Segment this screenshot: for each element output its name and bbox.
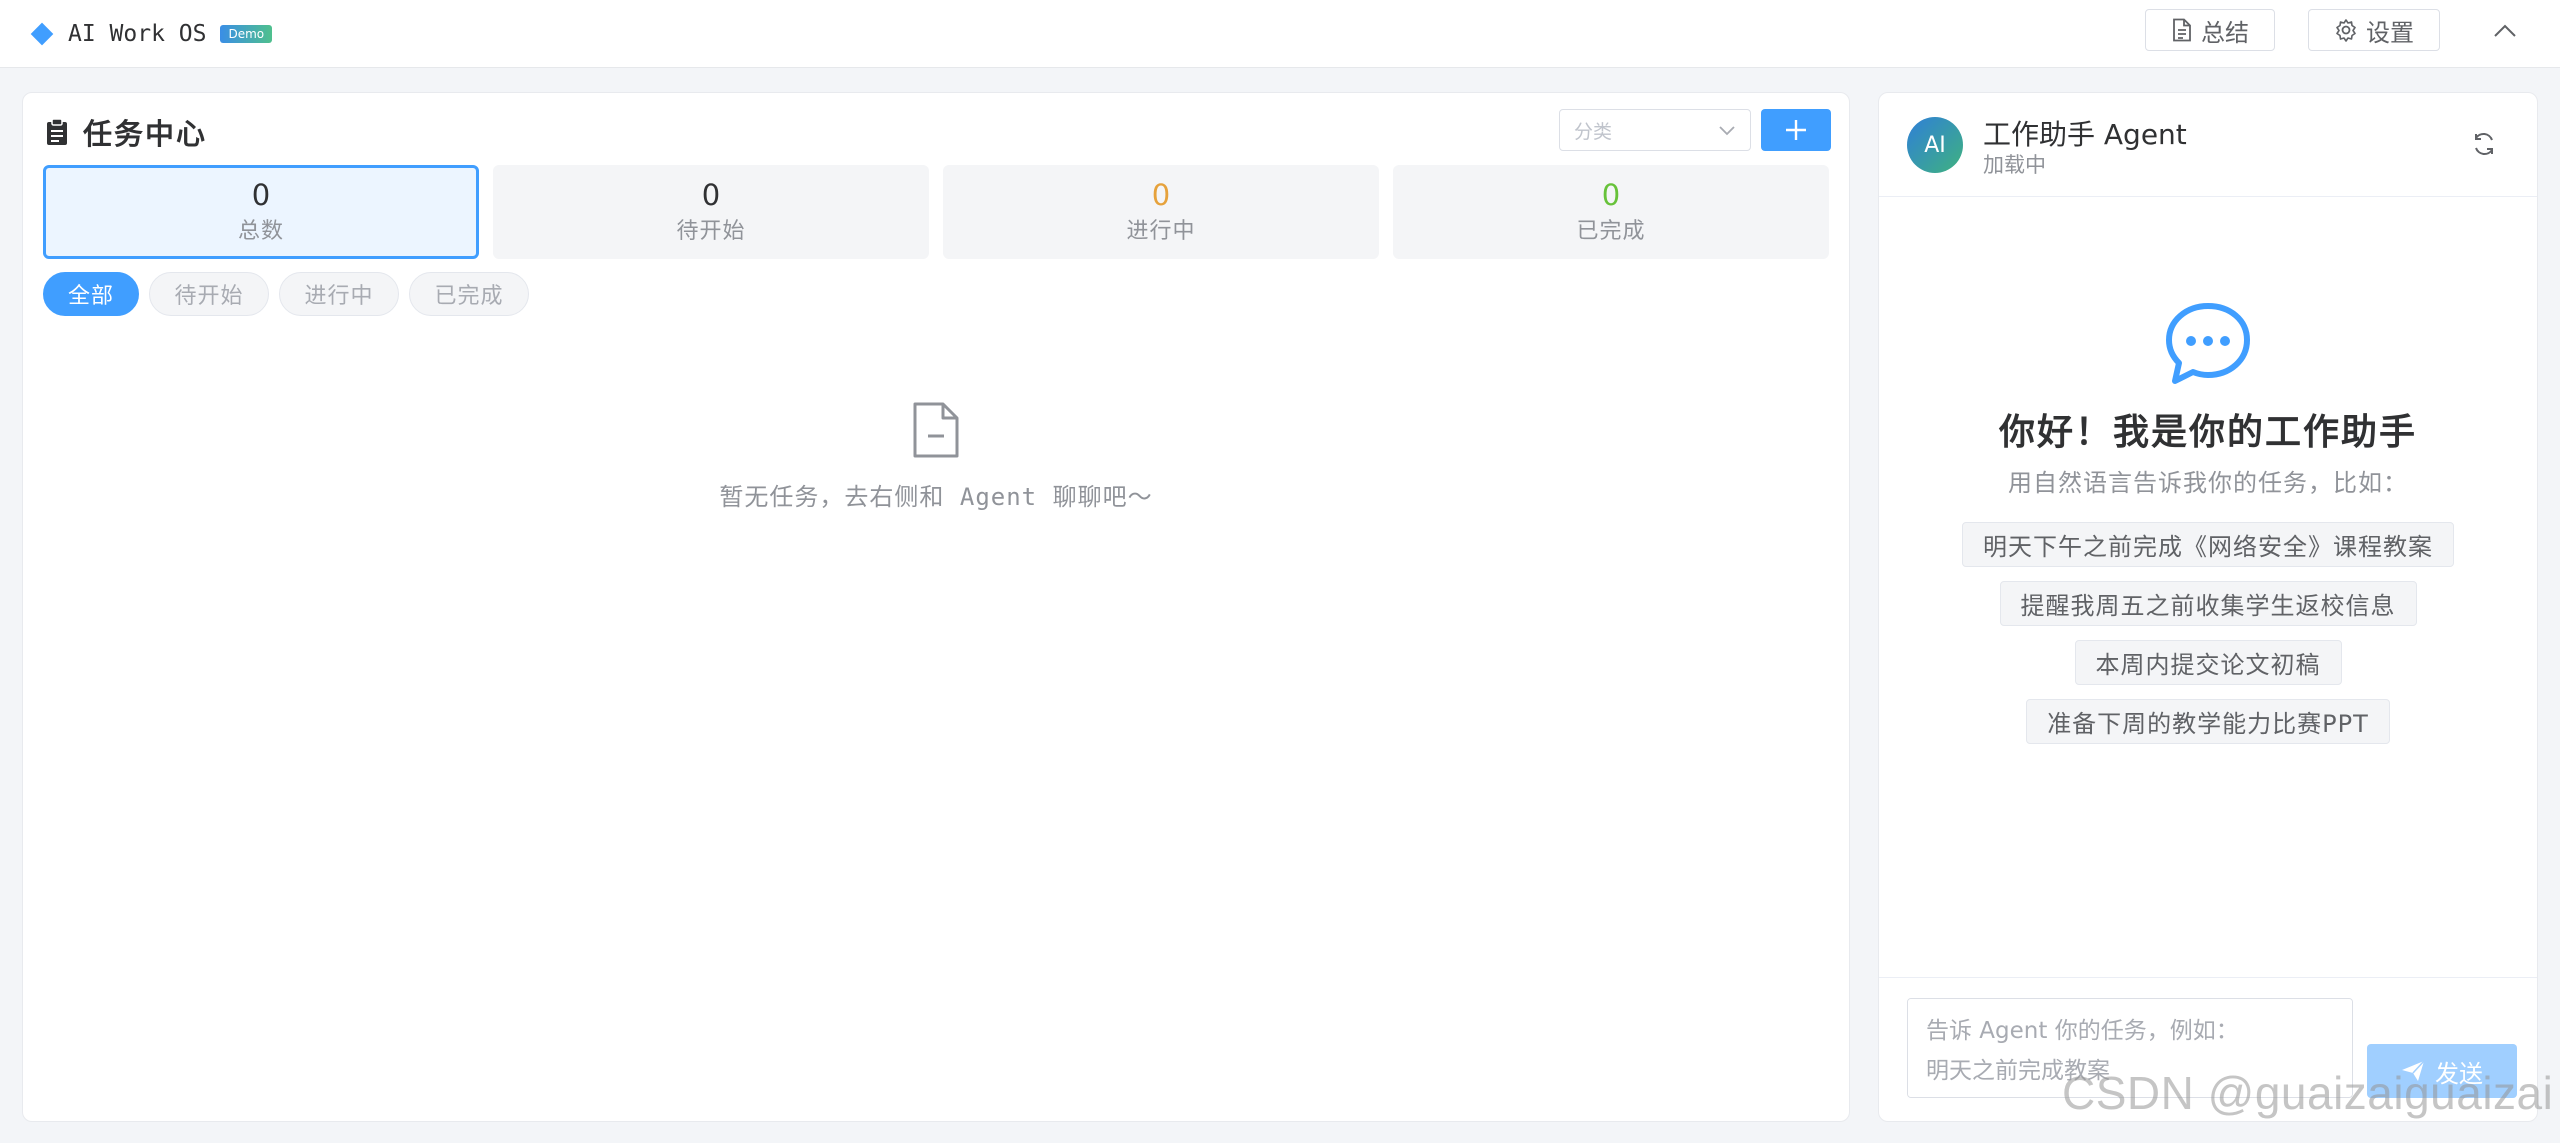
document-icon bbox=[2173, 18, 2191, 42]
stat-total-value: 0 bbox=[251, 178, 271, 212]
stat-done-label: 已完成 bbox=[1576, 219, 1646, 244]
send-label: 发送 bbox=[2435, 1059, 2483, 1088]
stat-done-value: 0 bbox=[1601, 178, 1621, 212]
task-center-header: 任务中心 bbox=[45, 111, 207, 153]
chevron-up-icon bbox=[2494, 24, 2516, 37]
demo-badge: Demo bbox=[220, 25, 273, 43]
plus-icon bbox=[1786, 120, 1806, 140]
app-title: AI Work OS bbox=[68, 21, 207, 47]
empty-state: 暂无任务，去右侧和 Agent 聊聊吧～ bbox=[23, 401, 1849, 512]
filter-pending[interactable]: 待开始 bbox=[149, 272, 269, 316]
agent-panel: AI 工作助手 Agent 加载中 你好！我是你的工作助手 用自然语言告诉我你的… bbox=[1878, 92, 2538, 1122]
diamond-icon bbox=[30, 22, 54, 46]
refresh-icon bbox=[2475, 133, 2493, 155]
category-placeholder: 分类 bbox=[1574, 120, 1613, 143]
stat-pending-label: 待开始 bbox=[676, 219, 746, 244]
stat-in-progress-value: 0 bbox=[1151, 178, 1171, 212]
stat-done-card[interactable]: 0 已完成 bbox=[1393, 165, 1829, 259]
filter-in-progress[interactable]: 进行中 bbox=[279, 272, 399, 316]
suggestion-chip[interactable]: 明天下午之前完成《网络安全》课程教案 bbox=[1962, 522, 2454, 567]
brand: AI Work OS Demo bbox=[30, 17, 273, 51]
welcome-title: 你好！我是你的工作助手 bbox=[1998, 412, 2417, 453]
clipboard-icon bbox=[47, 118, 67, 145]
stat-total-card[interactable]: 0 总数 bbox=[43, 165, 479, 259]
stat-in-progress-label: 进行中 bbox=[1126, 219, 1196, 244]
task-center-title: 任务中心 bbox=[83, 117, 208, 151]
paper-plane-icon bbox=[2402, 1060, 2425, 1081]
add-task-button[interactable] bbox=[1761, 109, 1831, 151]
filter-done[interactable]: 已完成 bbox=[409, 272, 529, 316]
gear-icon bbox=[2336, 19, 2356, 42]
agent-message-input[interactable] bbox=[1907, 998, 2353, 1098]
settings-button[interactable]: 设置 bbox=[2308, 9, 2440, 51]
category-select[interactable]: 分类 bbox=[1559, 109, 1751, 151]
welcome-section: 你好！我是你的工作助手 用自然语言告诉我你的任务，比如： 明天下午之前完成《网络… bbox=[1879, 301, 2537, 744]
collapse-button[interactable] bbox=[2488, 14, 2522, 48]
settings-label: 设置 bbox=[2366, 18, 2414, 47]
refresh-button[interactable] bbox=[2469, 129, 2499, 159]
agent-input-area: 发送 bbox=[1879, 977, 2537, 1121]
suggestion-chip[interactable]: 本周内提交论文初稿 bbox=[2074, 640, 2342, 685]
agent-name: 工作助手 Agent bbox=[1983, 118, 2187, 151]
send-button[interactable]: 发送 bbox=[2367, 1044, 2517, 1098]
agent-status: 加载中 bbox=[1983, 153, 2046, 177]
top-bar: AI Work OS Demo 总结 设置 bbox=[0, 0, 2560, 68]
empty-state-text: 暂无任务，去右侧和 Agent 聊聊吧～ bbox=[719, 483, 1153, 511]
document-minus-icon bbox=[913, 402, 959, 458]
summary-label: 总结 bbox=[2201, 18, 2249, 47]
welcome-subtitle: 用自然语言告诉我你的任务，比如： bbox=[2008, 469, 2408, 497]
agent-header: AI 工作助手 Agent 加载中 bbox=[1879, 93, 2537, 197]
stat-pending-value: 0 bbox=[701, 178, 721, 212]
stat-total-label: 总数 bbox=[237, 219, 284, 244]
suggestion-list: 明天下午之前完成《网络安全》课程教案 提醒我周五之前收集学生返校信息 本周内提交… bbox=[1879, 522, 2537, 744]
summary-button[interactable]: 总结 bbox=[2145, 9, 2275, 51]
task-center-panel: 任务中心 分类 0 总数 0 待开始 0 进行中 0 已完成 全部 待开始 进行… bbox=[22, 92, 1850, 1122]
suggestion-chip[interactable]: 准备下周的教学能力比赛PPT bbox=[2026, 699, 2390, 744]
stat-in-progress-card[interactable]: 0 进行中 bbox=[943, 165, 1379, 259]
filter-all[interactable]: 全部 bbox=[43, 272, 139, 316]
suggestion-chip[interactable]: 提醒我周五之前收集学生返校信息 bbox=[1999, 581, 2417, 626]
stat-pending-card[interactable]: 0 待开始 bbox=[493, 165, 929, 259]
chevron-down-icon bbox=[1719, 126, 1735, 136]
chat-bubble-icon bbox=[2166, 303, 2250, 384]
avatar: AI bbox=[1907, 117, 1963, 173]
